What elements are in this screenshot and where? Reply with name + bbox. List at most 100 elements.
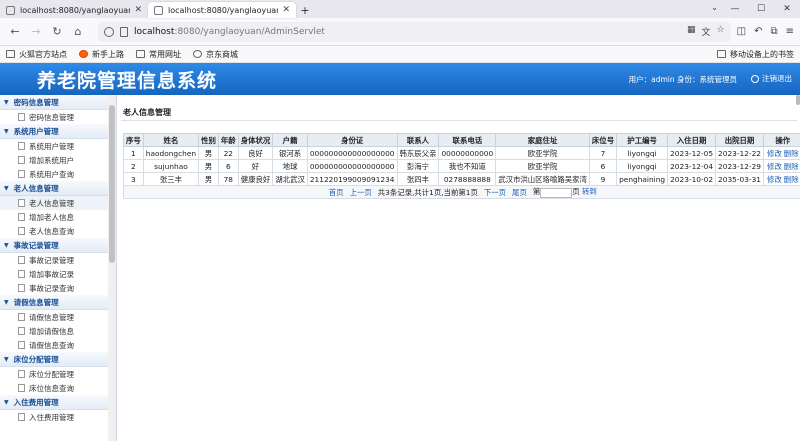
bookmark-label: 火狐官方站点 bbox=[19, 49, 67, 59]
sidebar-item[interactable]: 系统用户管理 bbox=[0, 139, 109, 153]
extensions-icon[interactable]: ⧉ bbox=[770, 26, 777, 37]
close-icon[interactable]: ✕ bbox=[134, 5, 142, 15]
go-button[interactable]: 转到 bbox=[582, 187, 597, 196]
minimize-button[interactable]: — bbox=[722, 0, 748, 18]
sidebar-group-title: 密码信息管理 bbox=[13, 97, 59, 107]
edit-link[interactable]: 修改 bbox=[767, 149, 782, 158]
close-icon[interactable]: ✕ bbox=[282, 5, 290, 15]
sidebar-group-title: 系统用户管理 bbox=[13, 126, 59, 136]
sidebar-group-header[interactable]: ▼ 密码信息管理 bbox=[0, 95, 109, 110]
table-row: 1 haodongchen 男 22 良好 银河系 000000000000000000 韩东… bbox=[123, 146, 800, 160]
main-scrollbar[interactable] bbox=[795, 95, 800, 441]
document-icon bbox=[18, 199, 25, 207]
table-cell: 1 bbox=[123, 146, 144, 160]
bookmark-item[interactable]: 火狐官方站点 bbox=[6, 49, 67, 60]
logout-button[interactable]: 注销退出 bbox=[751, 73, 792, 84]
mobile-bookmarks[interactable]: 移动设备上的书签 bbox=[717, 49, 794, 60]
main-content: 老人信息管理 序号 姓名 性别 年龄 身体状况 户籍 身份证 联系人 联系电话 家庭住址 床位号 护工… bbox=[117, 95, 800, 441]
first-page-link[interactable]: 首页 bbox=[329, 187, 344, 198]
sidebar-item[interactable]: 增加事故记录 bbox=[0, 267, 109, 281]
edit-link[interactable]: 修改 bbox=[767, 175, 782, 184]
last-page-link[interactable]: 尾页 bbox=[512, 187, 527, 198]
bookmark-label: 京东商城 bbox=[206, 49, 238, 59]
page-number-input[interactable] bbox=[540, 187, 573, 198]
menu-icon[interactable]: ≡ bbox=[786, 26, 794, 37]
sidebar-item-label: 系统用户查询 bbox=[29, 169, 74, 179]
sidebar-group-title: 老人信息管理 bbox=[13, 183, 59, 193]
document-icon bbox=[18, 327, 25, 335]
sidebar-item[interactable]: 事故记录管理 bbox=[0, 253, 109, 267]
table-cell: 彭海宁 bbox=[396, 159, 440, 173]
folder-icon bbox=[717, 50, 726, 58]
prev-page-link[interactable]: 上一页 bbox=[350, 187, 372, 198]
url-host: localhost bbox=[134, 26, 175, 37]
sidebar-item[interactable]: 床位信息查询 bbox=[0, 381, 109, 395]
table-cell: 男 bbox=[198, 146, 219, 160]
sidebar-group-header[interactable]: ▼ 床位分配管理 bbox=[0, 352, 109, 367]
bookmark-item[interactable]: 常用网址 bbox=[136, 49, 181, 60]
sidebar-item-label: 请假信息查询 bbox=[29, 340, 74, 350]
next-page-link[interactable]: 下一页 bbox=[484, 187, 506, 198]
sidebar-group-header[interactable]: ▼ 事故记录管理 bbox=[0, 238, 109, 253]
sidebar-item[interactable]: 增加系统用户 bbox=[0, 153, 109, 167]
window-controls: — ☐ ✕ bbox=[722, 0, 800, 18]
back-icon[interactable]: ← bbox=[6, 23, 24, 41]
bookmark-star-icon[interactable]: ☆ bbox=[717, 25, 725, 38]
sidebar-item[interactable]: 床位分配管理 bbox=[0, 367, 109, 381]
url-path: :8080/yanglaoyuan/AdminServlet bbox=[174, 26, 325, 37]
table-cell: 张四丰 bbox=[396, 172, 440, 186]
forward-icon[interactable]: → bbox=[27, 23, 45, 41]
close-window-button[interactable]: ✕ bbox=[774, 0, 800, 18]
undo-icon[interactable]: ↶ bbox=[754, 26, 762, 37]
sidebar-group-header[interactable]: ▼ 入住费用管理 bbox=[0, 395, 109, 410]
document-icon bbox=[18, 284, 25, 292]
scrollbar-thumb[interactable] bbox=[109, 105, 115, 263]
table-cell: 22 bbox=[217, 146, 239, 160]
sidebar-item[interactable]: 入住费用管理 bbox=[0, 410, 109, 424]
sidebar-item-label: 增加事故记录 bbox=[29, 269, 74, 279]
table-row: 3 张三丰男 78 健康良好 湖北武汉 211220199009091234 张四丰 0278… bbox=[123, 172, 800, 186]
qr-code-icon[interactable]: ▦ bbox=[687, 25, 696, 38]
sidebar-item[interactable]: 增加请假信息 bbox=[0, 324, 109, 338]
sidebar-item[interactable]: 请假信息查询 bbox=[0, 338, 109, 352]
home-icon[interactable]: ⌂ bbox=[69, 23, 87, 41]
sidebar-group-header[interactable]: ▼ 请假信息管理 bbox=[0, 295, 109, 310]
bookmark-item[interactable]: 京东商城 bbox=[193, 49, 238, 60]
page-info-icon[interactable] bbox=[120, 26, 128, 37]
shield-icon bbox=[104, 26, 114, 37]
url-bar[interactable]: localhost:8080/yanglaoyuan/AdminServlet … bbox=[98, 21, 731, 42]
table-cell: 银河系 bbox=[272, 146, 308, 160]
reload-icon[interactable]: ↻ bbox=[48, 23, 66, 41]
pager-summary: 共3条记录,共计1页,当前第1页 bbox=[377, 187, 478, 197]
browser-tab[interactable]: localhost:8080/yanglaoyuan/Adi ✕ bbox=[0, 2, 148, 18]
pocket-icon[interactable]: ◫ bbox=[737, 26, 746, 37]
edit-link[interactable]: 修改 bbox=[767, 162, 782, 171]
sidebar-group-title: 请假信息管理 bbox=[13, 297, 59, 307]
page-prefix: 第 bbox=[532, 187, 541, 197]
table-cell: penghaining bbox=[616, 172, 669, 186]
browser-tab-active[interactable]: localhost:8080/yanglaoyuan/ ✕ bbox=[148, 2, 296, 18]
maximize-button[interactable]: ☐ bbox=[748, 0, 774, 18]
sidebar-item-label: 事故记录查询 bbox=[29, 283, 74, 293]
sidebar-item[interactable]: 增加老人信息 bbox=[0, 210, 109, 224]
scrollbar-thumb[interactable] bbox=[796, 95, 800, 105]
table-cell: 地球 bbox=[272, 159, 308, 173]
table-cell: 2 bbox=[123, 159, 144, 173]
sidebar-item[interactable]: 老人信息查询 bbox=[0, 224, 109, 238]
translate-icon[interactable]: 文 bbox=[702, 25, 711, 38]
sidebar-item[interactable]: 系统用户查询 bbox=[0, 167, 109, 181]
document-icon bbox=[18, 256, 25, 264]
sidebar-scrollbar[interactable] bbox=[108, 95, 116, 441]
bookmark-item[interactable]: 新手上路 bbox=[79, 49, 124, 60]
column-header: 床位号 bbox=[588, 133, 618, 147]
sidebar-group: ▼ 床位分配管理床位分配管理床位信息查询 bbox=[0, 352, 109, 395]
sidebar-item[interactable]: 事故记录查询 bbox=[0, 281, 109, 295]
sidebar-item[interactable]: 密码信息管理 bbox=[0, 110, 109, 124]
new-tab-button[interactable]: + bbox=[296, 2, 314, 18]
sidebar-item-label: 床位分配管理 bbox=[29, 369, 74, 379]
sidebar-group-header[interactable]: ▼ 老人信息管理 bbox=[0, 181, 109, 196]
sidebar-group-header[interactable]: ▼ 系统用户管理 bbox=[0, 124, 109, 139]
sidebar-item[interactable]: 请假信息管理 bbox=[0, 310, 109, 324]
tab-list-icon[interactable]: ⌄ bbox=[711, 3, 718, 12]
sidebar-item[interactable]: 老人信息管理 bbox=[0, 196, 109, 210]
